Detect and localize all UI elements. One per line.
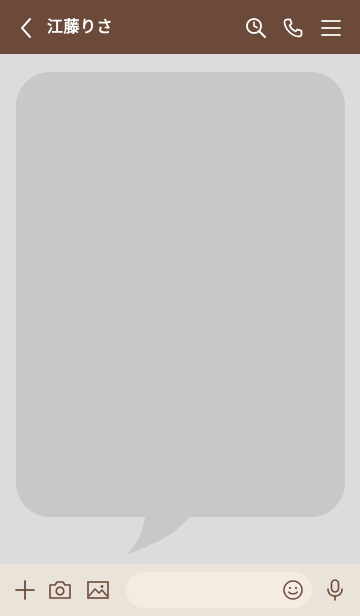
add-button[interactable] xyxy=(11,576,39,604)
hamburger-menu-icon xyxy=(321,19,341,37)
gallery-button[interactable] xyxy=(84,576,112,604)
chevron-left-icon xyxy=(19,17,33,39)
menu-button[interactable] xyxy=(316,13,346,43)
message-field[interactable] xyxy=(126,572,312,608)
call-button[interactable] xyxy=(278,13,308,43)
message-input[interactable] xyxy=(140,572,280,608)
search-button[interactable] xyxy=(241,13,271,43)
voice-button[interactable] xyxy=(321,576,349,604)
emoji-button[interactable] xyxy=(280,577,306,603)
camera-button[interactable] xyxy=(46,576,74,604)
search-clock-icon xyxy=(245,17,267,39)
chat-title: 江藤りさ xyxy=(47,17,114,36)
speech-bubble xyxy=(16,72,345,517)
chat-header: 江藤りさ xyxy=(0,0,360,54)
smiley-icon xyxy=(282,579,304,601)
phone-icon xyxy=(282,17,304,39)
chat-screen: 江藤りさ xyxy=(0,0,360,616)
plus-icon xyxy=(14,579,36,601)
image-icon xyxy=(86,579,110,601)
microphone-icon xyxy=(325,578,345,602)
back-button[interactable] xyxy=(12,14,40,42)
speech-bubble-tail xyxy=(122,510,202,560)
camera-icon xyxy=(48,579,72,601)
